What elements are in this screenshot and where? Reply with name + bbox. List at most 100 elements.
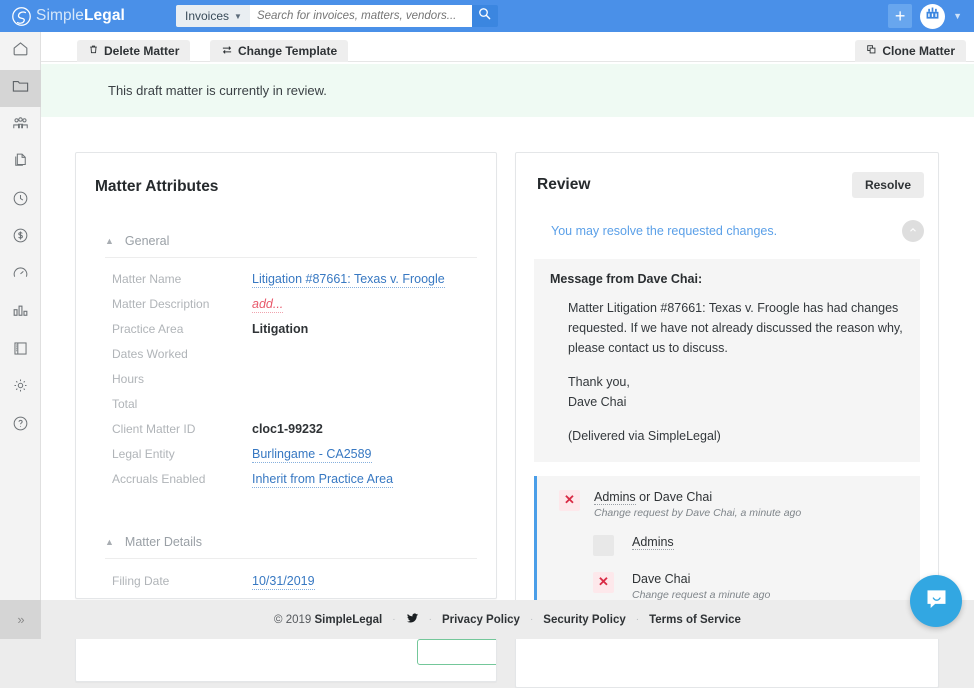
sidebar-item-library[interactable] [0,332,41,370]
people-group-icon [11,114,30,138]
green-action-button[interactable] [417,639,497,665]
empty-checkbox-icon[interactable] [593,535,614,556]
sidebar-item-time[interactable] [0,182,41,220]
approval-panel: ✕ Admins or Dave Chai Change request by … [534,476,920,615]
search-submit-button[interactable] [472,5,498,27]
search-scope-label: Invoices [185,9,229,23]
question-circle-icon [11,414,30,438]
avatar[interactable] [920,4,945,29]
gear-icon [11,376,30,400]
attribute-label: Matter Name [112,272,252,286]
simplelegal-swirl-logo-icon [12,7,31,26]
chevron-up-icon [908,222,918,240]
status-banner-text: This draft matter is currently in review… [41,83,327,98]
attribute-label: Practice Area [112,322,252,336]
tab-clone-matter[interactable]: Clone Matter [855,40,966,62]
approval-primary-meta: Change request by Dave Chai, a minute ag… [594,507,801,519]
account-menu-chevron-down-icon[interactable]: ▼ [953,11,962,21]
swap-arrows-icon [221,44,233,59]
attribute-label: Matter Description [112,297,252,311]
approval-sub-main: Dave Chai Change request a minute ago [632,572,770,601]
attribute-label: Legal Entity [112,447,252,461]
attribute-value-link[interactable]: Litigation #87661: Texas v. Froogle [252,272,445,288]
sidebar-expand-button[interactable]: » [0,600,41,639]
attribute-value: Litigation [252,322,308,336]
attribute-row-matter-description: Matter Description add... [112,297,496,322]
folder-icon [11,76,30,100]
plus-icon: + [895,7,906,25]
attribute-value: cloc1-99232 [252,422,323,436]
approval-primary-name-rest: or Dave Chai [636,490,712,504]
general-attribute-list: Matter Name Litigation #87661: Texas v. … [76,272,496,497]
add-new-button[interactable]: + [888,4,912,28]
clone-icon [866,44,877,58]
brand-logo-area[interactable]: SimpleLegal [12,7,160,26]
attribute-value-add-link[interactable]: add... [252,297,283,313]
twitter-bird-icon[interactable] [406,612,419,628]
search-icon [478,7,491,25]
attribute-row-client-matter-id: Client Matter ID cloc1-99232 [112,422,496,447]
resolve-button-label: Resolve [865,178,911,192]
chevron-up-icon: ▲ [105,537,114,547]
sidebar-item-matters[interactable] [0,70,41,108]
main-content: Delete Matter Change Template Clone Matt… [41,32,974,639]
sidebar-item-help[interactable] [0,407,41,445]
notebook-icon [11,339,30,363]
section-header-general[interactable]: ▲ General [105,234,477,258]
red-x-icon: ✕ [559,490,580,511]
section-header-matter-details[interactable]: ▲ Matter Details [105,535,477,559]
attribute-row-dates-worked: Dates Worked [112,347,496,372]
footer-link-security-policy[interactable]: Security Policy [543,614,625,626]
matter-action-tabs: Delete Matter Change Template Clone Matt… [41,32,974,62]
copyright-text: © 2019 SimpleLegal [274,614,382,626]
approval-sub-name: Admins [632,535,674,549]
attribute-value-link[interactable]: Inherit from Practice Area [252,472,393,488]
attribute-row-total: Total [112,397,496,422]
attribute-value-link[interactable]: 10/31/2019 [252,574,315,590]
copyright-brand: SimpleLegal [315,614,383,626]
sidebar-item-reports[interactable] [0,295,41,333]
sidebar-item-documents[interactable] [0,145,41,183]
search-input[interactable] [250,5,472,27]
footer-separator: · [392,614,395,625]
attribute-row-filing-date: Filing Date 10/31/2019 [112,574,496,599]
brand-name-bold: Legal [84,7,125,24]
global-search: Invoices ▼ [176,5,498,27]
sidebar-item-vendors[interactable] [0,107,41,145]
review-collapse-button[interactable] [902,220,924,242]
approval-primary-name: Admins or Dave Chai [594,490,801,504]
sidebar-item-analytics[interactable] [0,257,41,295]
sidebar-item-settings[interactable] [0,370,41,408]
dollar-circle-icon [11,226,30,250]
tab-change-template[interactable]: Change Template [210,40,348,62]
section-header-matter-details-label: Matter Details [125,535,202,549]
attribute-row-practice-area: Practice Area Litigation [112,322,496,347]
approval-sub-meta: Change request a minute ago [632,589,770,601]
review-header: Review Resolve [516,153,938,198]
approval-primary-name-link[interactable]: Admins [594,490,636,505]
brand-wordmark: SimpleLegal [36,7,125,25]
sidebar-item-budgets[interactable] [0,220,41,258]
tab-delete-matter[interactable]: Delete Matter [77,40,190,62]
approval-sub-row-dave-chai: ✕ Dave Chai Change request a minute ago [593,572,904,601]
footer-separator: · [636,614,639,625]
approval-sub-name-link[interactable]: Admins [632,535,674,550]
approval-sub-list: Admins ✕ Dave Chai Change request a minu… [593,535,904,601]
footer-separator: · [429,614,432,625]
chevron-up-icon: ▲ [105,236,114,246]
attribute-value-link[interactable]: Burlingame - CA2589 [252,447,372,463]
search-scope-dropdown[interactable]: Invoices ▼ [176,5,250,27]
attribute-label: Accruals Enabled [112,472,252,486]
resolve-button[interactable]: Resolve [852,172,924,198]
review-card: Review Resolve You may resolve the reque… [515,152,939,605]
footer-link-terms-of-service[interactable]: Terms of Service [649,614,741,626]
chat-launcher-button[interactable] [910,575,962,627]
footer-link-privacy-policy[interactable]: Privacy Policy [442,614,520,626]
page-footer: © 2019 SimpleLegal · · Privacy Policy · … [41,600,974,639]
attribute-label: Client Matter ID [112,422,252,436]
matter-attributes-card: Matter Attributes ▲ General Matter Name … [75,152,497,599]
approval-sub-row-admins: Admins [593,535,904,556]
sidebar-item-home[interactable] [0,32,41,70]
resolve-changes-link[interactable]: You may resolve the requested changes. [551,224,777,238]
double-chevron-right-icon: » [17,612,23,627]
